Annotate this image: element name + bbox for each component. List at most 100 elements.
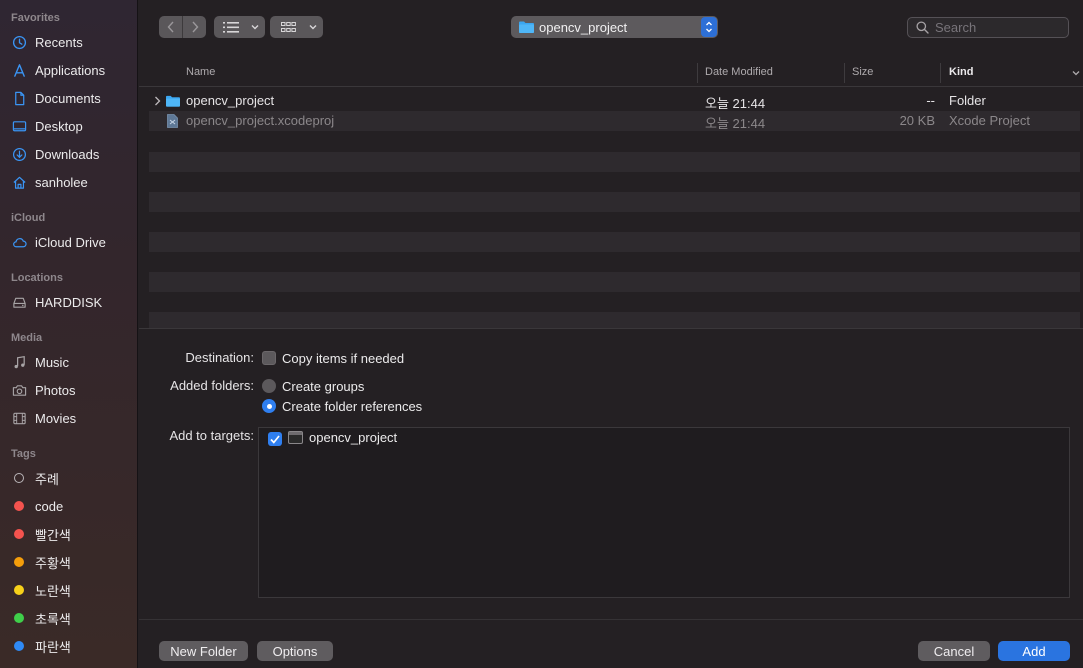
sidebar-section-media: Media	[11, 332, 43, 344]
file-size: 20 KB	[899, 113, 935, 128]
music-icon	[11, 354, 27, 370]
add-to-targets-label: Add to targets:	[169, 428, 254, 443]
sidebar-tag-item[interactable]: code	[11, 495, 131, 517]
chevron-down-icon	[309, 25, 317, 30]
column-headers: Name Date Modified Size Kind	[139, 60, 1083, 87]
table-row[interactable]: opencv_project.xcodeproj 오늘 21:44 20 KB …	[149, 111, 1080, 131]
copy-items-label[interactable]: Copy items if needed	[282, 351, 404, 366]
sidebar-item-documents[interactable]: Documents	[11, 87, 131, 109]
footer-divider	[139, 619, 1083, 620]
sidebar: Favorites Recents Applications Documents…	[0, 0, 138, 668]
sidebar-item-desktop[interactable]: Desktop	[11, 115, 131, 137]
tag-dot-icon	[14, 557, 24, 567]
search-input[interactable]	[935, 20, 1055, 35]
sidebar-item-harddisk[interactable]: HARDDISK	[11, 291, 131, 313]
harddisk-icon	[11, 294, 27, 310]
tag-dot-icon	[14, 529, 24, 539]
sidebar-item-movies[interactable]: Movies	[11, 407, 131, 429]
sidebar-tag-item[interactable]: 빨간색	[11, 523, 131, 545]
sidebar-section-tags: Tags	[11, 448, 36, 460]
checkmark-icon	[270, 434, 280, 444]
cancel-button[interactable]: Cancel	[918, 641, 990, 661]
sidebar-item-label: 주례	[35, 471, 59, 487]
location-popup[interactable]: opencv_project	[511, 16, 718, 38]
create-folder-references-label[interactable]: Create folder references	[282, 399, 422, 414]
sidebar-item-home[interactable]: sanholee	[11, 171, 131, 193]
film-icon	[11, 410, 27, 426]
folder-icon	[519, 21, 534, 33]
sidebar-tag-item[interactable]: 노란색	[11, 579, 131, 601]
search-icon	[916, 21, 929, 34]
toolbar: opencv_project	[139, 0, 1083, 56]
file-kind: Folder	[949, 93, 986, 108]
disclosure-chevron-icon[interactable]	[154, 96, 161, 106]
empty-row	[149, 192, 1080, 212]
sidebar-item-recents[interactable]: Recents	[11, 31, 131, 53]
tag-dot-icon	[14, 585, 24, 595]
list-view-button[interactable]	[214, 16, 265, 38]
options-button[interactable]: Options	[257, 641, 333, 661]
chevron-right-icon	[191, 21, 198, 33]
folder-icon	[166, 95, 180, 107]
applications-icon	[11, 62, 27, 78]
sidebar-item-label: iCloud Drive	[35, 234, 106, 250]
added-folders-label: Added folders:	[170, 378, 254, 393]
sidebar-item-label: Photos	[35, 382, 76, 398]
sidebar-tag-item[interactable]: 초록색	[11, 607, 131, 629]
column-header-name[interactable]: Name	[186, 66, 215, 78]
target-checkbox[interactable]	[268, 432, 282, 446]
back-button[interactable]	[159, 16, 182, 38]
file-size: --	[926, 93, 935, 108]
column-header-kind[interactable]: Kind	[949, 66, 973, 78]
document-icon	[11, 90, 27, 106]
sidebar-item-downloads[interactable]: Downloads	[11, 143, 131, 165]
sidebar-item-label: 빨간색	[35, 527, 71, 543]
file-name: opencv_project	[186, 93, 275, 108]
column-header-date[interactable]: Date Modified	[705, 66, 773, 78]
desktop-icon	[11, 118, 27, 134]
sidebar-item-label: Movies	[35, 410, 77, 426]
xcodeproj-file-icon	[167, 114, 178, 128]
group-view-button[interactable]	[270, 16, 323, 38]
chevron-left-icon	[167, 21, 174, 33]
nav-buttons	[159, 16, 206, 38]
sidebar-item-music[interactable]: Music	[11, 351, 131, 373]
column-header-size[interactable]: Size	[852, 66, 873, 78]
create-groups-label[interactable]: Create groups	[282, 379, 364, 394]
empty-row	[149, 312, 1080, 328]
search-field[interactable]	[907, 17, 1069, 38]
sidebar-section-favorites: Favorites	[11, 12, 60, 24]
app-target-icon	[288, 431, 303, 444]
download-icon	[11, 146, 27, 162]
sidebar-item-label: Downloads	[35, 146, 100, 162]
file-kind: Xcode Project	[949, 113, 1030, 128]
sidebar-item-label: Music	[35, 354, 69, 370]
sidebar-item-photos[interactable]: Photos	[11, 379, 131, 401]
empty-row	[149, 232, 1080, 252]
forward-button[interactable]	[183, 16, 206, 38]
tag-dot-icon	[14, 613, 24, 623]
sidebar-tag-item[interactable]: 파란색	[11, 635, 131, 657]
tag-dot-icon	[14, 501, 24, 511]
add-button[interactable]: Add	[998, 641, 1070, 661]
sidebar-tag-item[interactable]: 주황색	[11, 551, 131, 573]
create-folder-references-radio[interactable]	[262, 399, 276, 413]
chevron-down-icon	[251, 25, 259, 30]
tag-dot-icon	[14, 641, 24, 651]
table-row[interactable]: opencv_project 오늘 21:44 -- Folder	[149, 91, 1080, 111]
sidebar-item-label: Desktop	[35, 118, 83, 134]
sidebar-item-label: 주황색	[35, 555, 71, 571]
sidebar-item-icloud-drive[interactable]: iCloud Drive	[11, 231, 131, 253]
create-groups-radio[interactable]	[262, 379, 276, 393]
clock-icon	[11, 34, 27, 50]
sidebar-item-applications[interactable]: Applications	[11, 59, 131, 81]
new-folder-button[interactable]: New Folder	[159, 641, 248, 661]
destination-label: Destination:	[185, 350, 254, 365]
list-view-icon	[223, 21, 239, 33]
sidebar-tag-item[interactable]: 주례	[11, 467, 131, 489]
empty-row	[149, 152, 1080, 172]
location-label: opencv_project	[539, 19, 628, 35]
grid-view-icon	[280, 21, 296, 32]
target-name: opencv_project	[309, 430, 398, 445]
copy-items-checkbox[interactable]	[262, 351, 276, 365]
